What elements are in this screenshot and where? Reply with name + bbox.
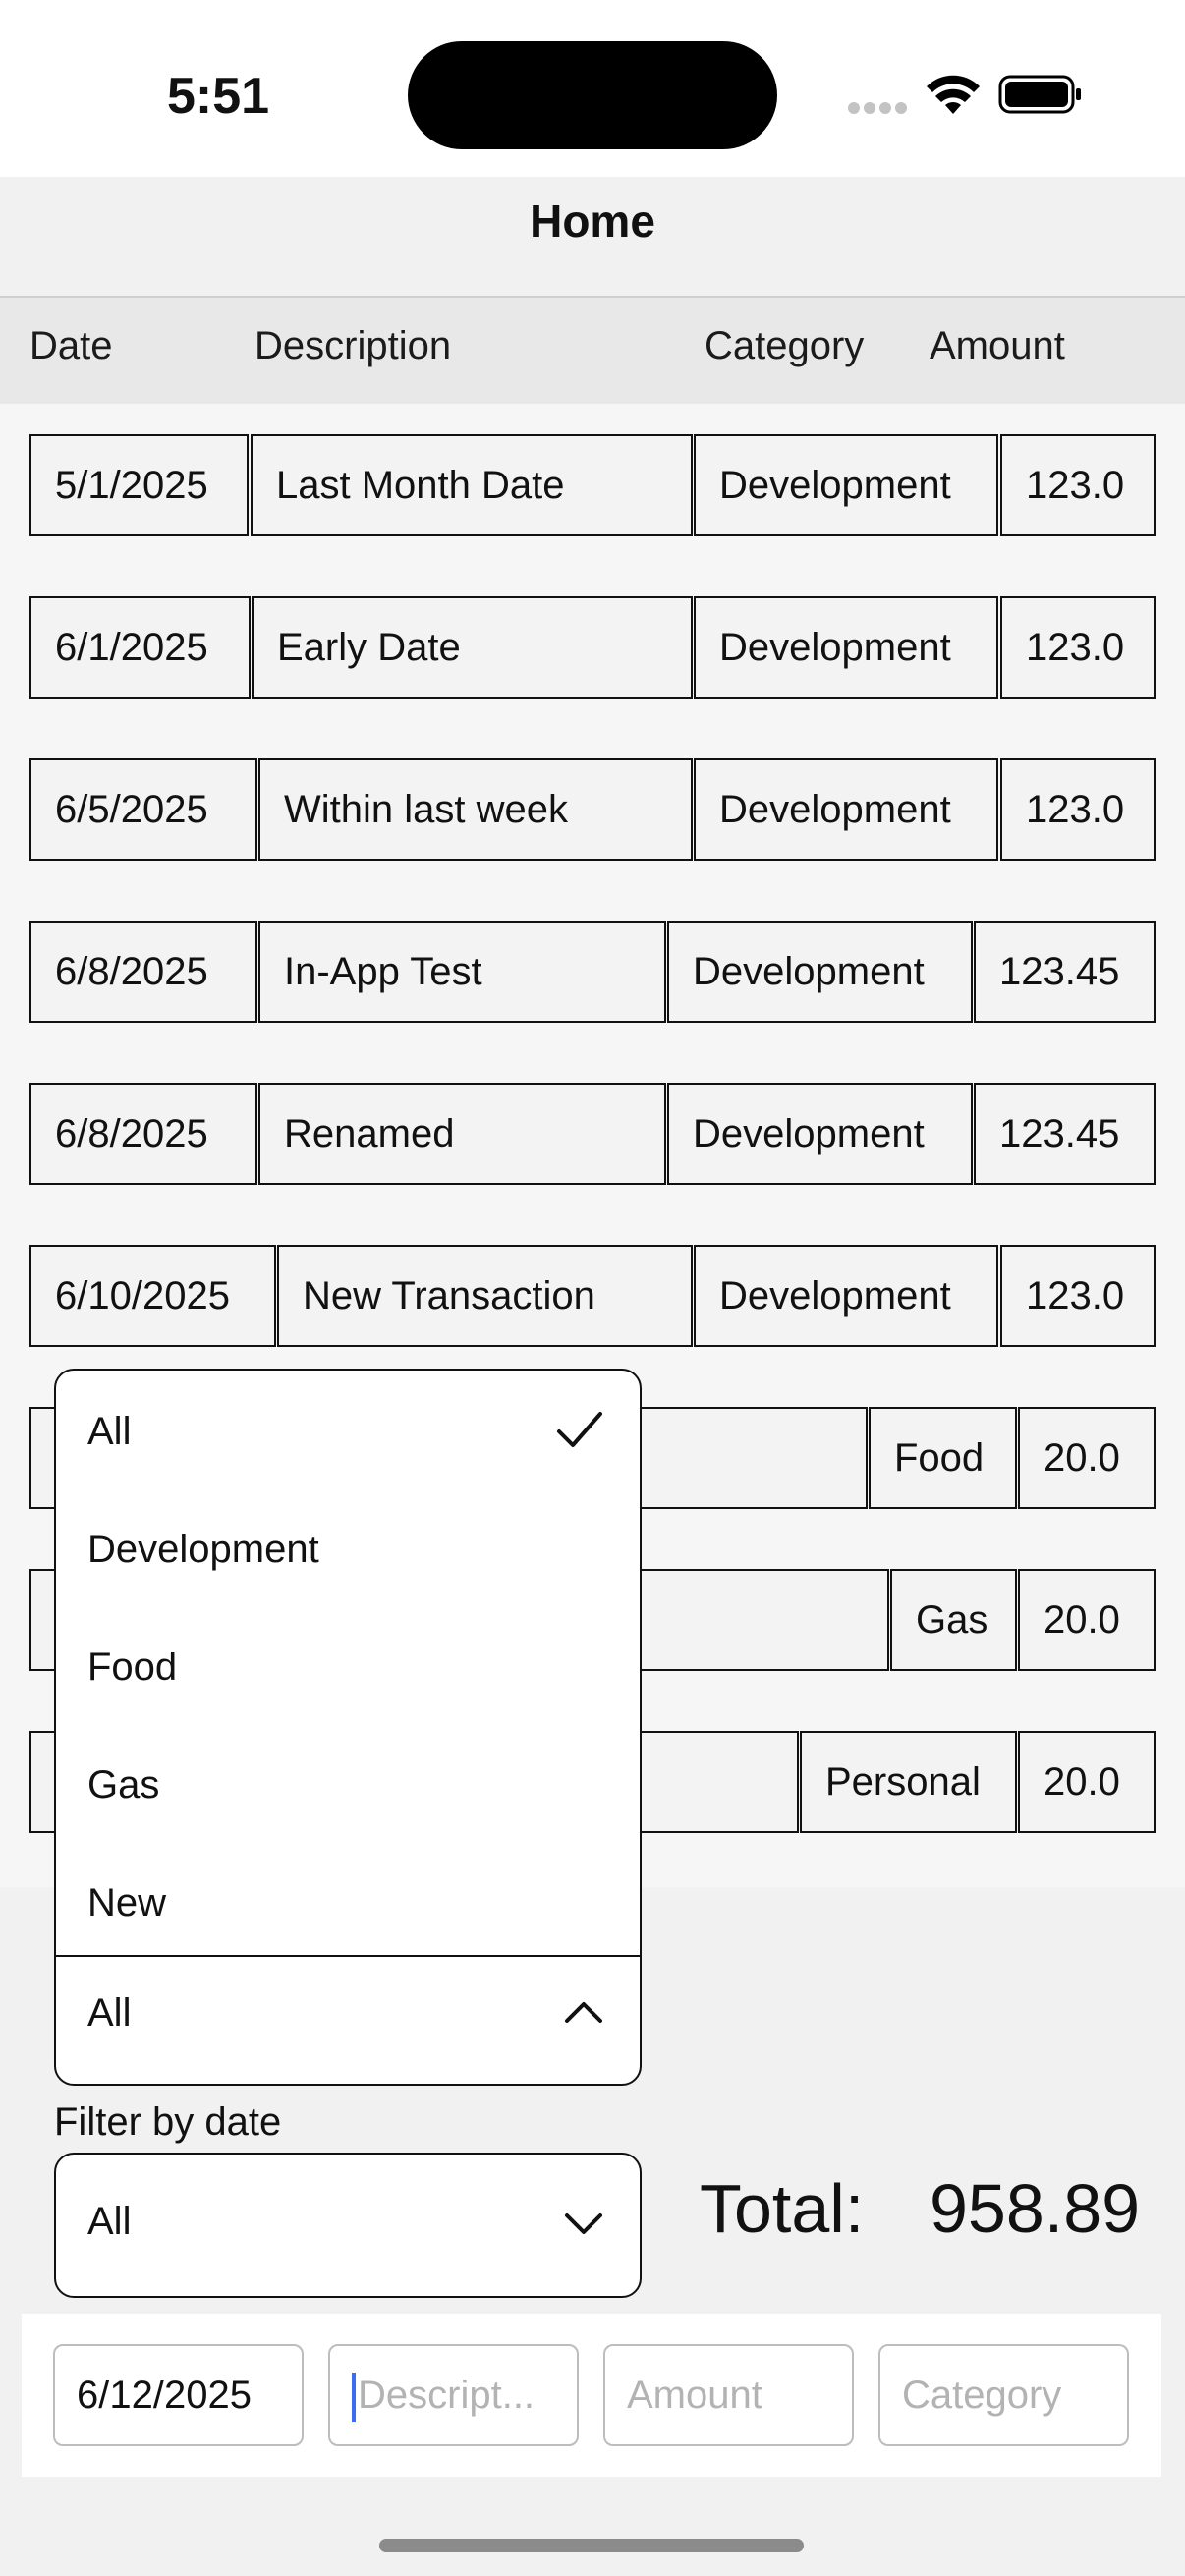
amount-input[interactable]: Amount bbox=[603, 2344, 854, 2446]
header-date: Date bbox=[29, 324, 113, 367]
row-amount-cell[interactable]: 123.0 bbox=[1000, 596, 1156, 699]
row-description-cell[interactable]: In-App Test bbox=[258, 921, 666, 1023]
row-category-cell[interactable]: Development bbox=[667, 921, 973, 1023]
row-category-cell[interactable]: Development bbox=[694, 758, 998, 861]
date-filter-value: All bbox=[87, 2200, 132, 2243]
dropdown-divider bbox=[56, 1955, 640, 1957]
row-category-cell[interactable]: Development bbox=[694, 596, 998, 699]
row-date-cell[interactable]: 6/8/2025 bbox=[29, 1083, 257, 1185]
dropdown-option-all[interactable]: All bbox=[87, 1410, 131, 1454]
chevron-up-icon[interactable] bbox=[563, 1999, 604, 2030]
row-category-cell[interactable]: Development bbox=[694, 1245, 998, 1347]
date-filter-select[interactable]: All bbox=[54, 2153, 642, 2298]
header-description: Description bbox=[254, 324, 452, 367]
row-date-cell[interactable]: 6/1/2025 bbox=[29, 596, 251, 699]
row-description-cell[interactable]: Within last week bbox=[258, 758, 693, 861]
total-label: Total: bbox=[700, 2170, 865, 2247]
page-title: Home bbox=[530, 196, 655, 247]
row-category-cell[interactable]: Development bbox=[667, 1083, 973, 1185]
text-cursor bbox=[352, 2373, 356, 2423]
wifi-icon bbox=[926, 75, 981, 121]
header-amount: Amount bbox=[930, 324, 1065, 367]
row-amount-cell[interactable]: 123.0 bbox=[1000, 758, 1156, 861]
row-amount-cell[interactable]: 20.0 bbox=[1018, 1569, 1156, 1671]
row-category-cell[interactable]: Personal bbox=[800, 1731, 1017, 1833]
row-amount-cell[interactable]: 123.45 bbox=[974, 1083, 1156, 1185]
dynamic-island bbox=[408, 41, 777, 149]
row-amount-cell[interactable]: 123.0 bbox=[1000, 434, 1156, 536]
status-time: 5:51 bbox=[167, 68, 270, 125]
row-description-cell[interactable]: Renamed bbox=[258, 1083, 666, 1185]
row-date-cell[interactable]: 6/10/2025 bbox=[29, 1245, 276, 1347]
header-category: Category bbox=[705, 324, 865, 367]
total-value: 958.89 bbox=[930, 2170, 1141, 2247]
row-amount-cell[interactable]: 20.0 bbox=[1018, 1731, 1156, 1833]
dropdown-option-development[interactable]: Development bbox=[87, 1528, 319, 1572]
dropdown-option-new[interactable]: New bbox=[87, 1881, 166, 1926]
dropdown-selected-value[interactable]: All bbox=[87, 1991, 131, 2036]
dropdown-option-food[interactable]: Food bbox=[87, 1646, 177, 1690]
description-placeholder: Descript... bbox=[358, 2374, 536, 2417]
row-category-cell[interactable]: Development bbox=[694, 434, 998, 536]
category-input[interactable]: Category bbox=[878, 2344, 1129, 2446]
row-date-cell[interactable]: 6/5/2025 bbox=[29, 758, 257, 861]
row-amount-cell[interactable]: 123.45 bbox=[974, 921, 1156, 1023]
row-amount-cell[interactable]: 20.0 bbox=[1018, 1407, 1156, 1509]
home-indicator[interactable] bbox=[379, 2539, 804, 2552]
filter-by-date-label: Filter by date bbox=[54, 2100, 282, 2144]
battery-icon bbox=[998, 75, 1083, 119]
row-description-cell[interactable]: Early Date bbox=[252, 596, 693, 699]
row-description-cell[interactable]: New Transaction bbox=[277, 1245, 693, 1347]
description-input[interactable]: Descript... bbox=[328, 2344, 579, 2446]
date-input[interactable]: 6/12/2025 bbox=[53, 2344, 304, 2446]
checkmark-icon bbox=[555, 1410, 604, 1454]
row-category-cell[interactable]: Gas bbox=[890, 1569, 1017, 1671]
chevron-down-icon bbox=[563, 2212, 604, 2242]
row-date-cell[interactable]: 6/8/2025 bbox=[29, 921, 257, 1023]
signal-icon bbox=[847, 100, 908, 121]
add-transaction-bar: 6/12/2025 Descript... Amount Category bbox=[22, 2314, 1161, 2477]
row-category-cell[interactable]: Food bbox=[869, 1407, 1017, 1509]
row-amount-cell[interactable]: 123.0 bbox=[1000, 1245, 1156, 1347]
row-description-cell[interactable]: Last Month Date bbox=[251, 434, 693, 536]
dropdown-option-gas[interactable]: Gas bbox=[87, 1764, 159, 1808]
category-filter-dropdown[interactable]: All Development Food Gas New All bbox=[54, 1369, 642, 2086]
row-date-cell[interactable]: 5/1/2025 bbox=[29, 434, 249, 536]
